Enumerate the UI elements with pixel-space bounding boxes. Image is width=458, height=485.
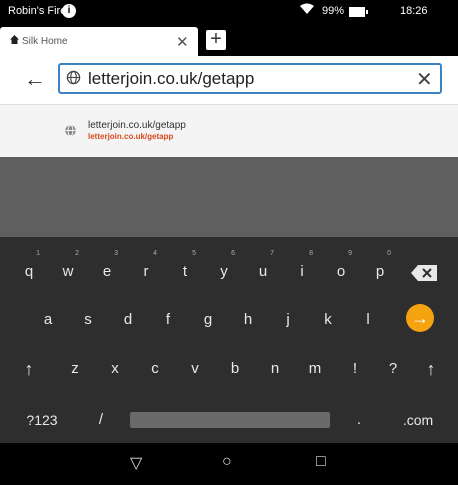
back-arrow-icon[interactable]: ← [24, 66, 46, 92]
key-label: o [336, 263, 346, 280]
close-tab-icon[interactable]: ✕ [176, 33, 189, 51]
key-e[interactable]: e3 [92, 250, 122, 285]
symbols-key[interactable]: ?123 [16, 403, 68, 433]
key-j[interactable]: j [273, 303, 303, 333]
key-k[interactable]: k [313, 303, 343, 333]
nav-recents-icon[interactable]: □ [316, 453, 326, 471]
url-input[interactable] [88, 67, 408, 91]
suggestion-title: letterjoin.co.uk/getapp [88, 120, 186, 131]
clock: 18:26 [400, 5, 428, 17]
globe-icon [66, 70, 81, 85]
key-f[interactable]: f [153, 303, 183, 333]
key-i[interactable]: i8 [287, 250, 317, 285]
suggestion-url: letterjoin.co.uk/getapp [88, 132, 174, 141]
key-l[interactable]: l [353, 303, 383, 333]
keyboard: q1 w2 e3 r4 t5 y6 u7 i8 o9 p0 a s d f g … [0, 237, 458, 443]
key-hint: 1 [36, 250, 40, 257]
tab-strip: Silk Home ✕ + [0, 24, 458, 56]
key-d[interactable]: d [113, 303, 143, 333]
page-content-area [0, 157, 458, 237]
key-t[interactable]: t5 [170, 250, 200, 285]
key-b[interactable]: b [220, 352, 250, 382]
key-a[interactable]: a [33, 303, 63, 333]
navigation-bar: ▽ ○ □ [0, 443, 458, 485]
shift-right-key[interactable]: ↑ [416, 352, 446, 382]
backspace-icon[interactable] [411, 265, 437, 281]
info-icon: i [62, 4, 76, 18]
tab-title: Silk Home [22, 36, 68, 47]
key-s[interactable]: s [73, 303, 103, 333]
key-g[interactable]: g [193, 303, 223, 333]
key-label: w [62, 263, 74, 280]
key-hint: 4 [153, 250, 157, 257]
key-hint: 9 [348, 250, 352, 257]
nav-back-icon[interactable]: ▽ [130, 453, 142, 473]
key-slash[interactable]: / [86, 403, 116, 433]
key-hint: 6 [231, 250, 235, 257]
space-bar[interactable] [130, 412, 330, 428]
new-tab-button[interactable]: + [206, 29, 226, 50]
url-suggestion[interactable]: letterjoin.co.uk/getapp letterjoin.co.uk… [0, 105, 458, 157]
home-icon [10, 35, 19, 47]
key-hint: 8 [309, 250, 313, 257]
key-u[interactable]: u7 [248, 250, 278, 285]
key-hint: 2 [75, 250, 79, 257]
key-x[interactable]: x [100, 352, 130, 382]
dot-com-key[interactable]: .com [392, 403, 444, 433]
key-w[interactable]: w2 [53, 250, 83, 285]
key-exclamation[interactable]: ! [340, 352, 370, 382]
battery-percent: 99% [322, 5, 345, 17]
key-h[interactable]: h [233, 303, 263, 333]
key-z[interactable]: z [60, 352, 90, 382]
key-label: e [102, 263, 112, 280]
key-y[interactable]: y6 [209, 250, 239, 285]
key-label: i [300, 263, 304, 280]
tab-silk-home[interactable]: Silk Home ✕ [0, 27, 198, 56]
battery-icon [349, 7, 368, 17]
key-r[interactable]: r4 [131, 250, 161, 285]
key-label: y [220, 263, 228, 280]
key-q[interactable]: q1 [14, 250, 44, 285]
address-bar[interactable]: ✕ [58, 63, 442, 94]
key-label: p [375, 263, 385, 280]
key-hint: 3 [114, 250, 118, 257]
key-label: r [143, 263, 149, 280]
address-row: ← ✕ [0, 56, 458, 105]
globe-icon [65, 124, 76, 137]
clear-icon[interactable]: ✕ [416, 67, 433, 92]
key-hint: 0 [387, 250, 391, 257]
wifi-icon [300, 3, 314, 18]
shift-left-key[interactable]: ↑ [14, 352, 44, 382]
key-v[interactable]: v [180, 352, 210, 382]
key-label: q [24, 263, 34, 280]
key-question[interactable]: ? [378, 352, 408, 382]
key-n[interactable]: n [260, 352, 290, 382]
key-period[interactable]: . [344, 403, 374, 433]
screen: Robin's Fire i 99% 18:26 Silk Home ✕ + ← [0, 0, 458, 485]
enter-button[interactable]: → [406, 304, 434, 332]
key-hint: 7 [270, 250, 274, 257]
key-hint: 5 [192, 250, 196, 257]
key-m[interactable]: m [300, 352, 330, 382]
key-label: t [182, 263, 188, 280]
key-p[interactable]: p0 [365, 250, 395, 285]
key-c[interactable]: c [140, 352, 170, 382]
status-bar: Robin's Fire i 99% 18:26 [0, 0, 458, 24]
nav-home-icon[interactable]: ○ [222, 453, 232, 471]
device-name: Robin's Fire [8, 5, 67, 17]
key-label: u [258, 263, 268, 280]
key-o[interactable]: o9 [326, 250, 356, 285]
